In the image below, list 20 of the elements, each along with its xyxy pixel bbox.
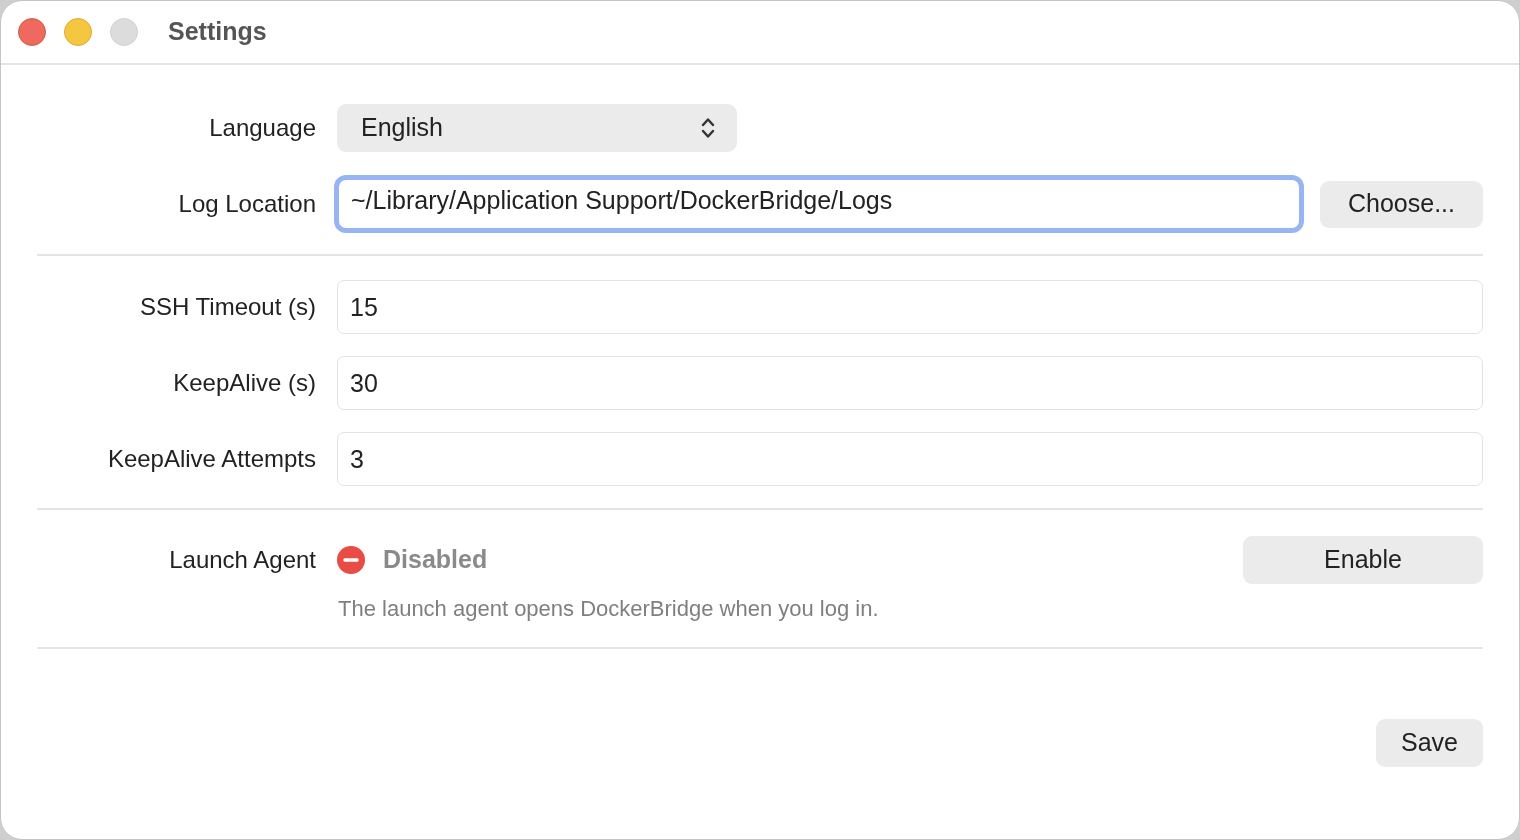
status-text: Disabled — [383, 544, 488, 576]
input-field[interactable]: 3 — [337, 432, 1483, 486]
field-label: Language — [208, 113, 316, 143]
input-field[interactable]: 15 — [337, 280, 1483, 334]
choose-button[interactable]: Choose... — [1320, 180, 1483, 228]
path-field[interactable]: ~/Library/Application Support/DockerBridge/Logs — [337, 178, 1301, 230]
field-label: Launch Agent — [168, 545, 316, 575]
field-label: KeepAlive (s) — [172, 368, 316, 398]
close-button[interactable] — [18, 18, 46, 46]
field-label: Log Location — [177, 189, 316, 219]
save-button[interactable]: Save — [1376, 719, 1483, 767]
window-title: Settings — [168, 16, 267, 48]
language-dropdown[interactable]: English — [337, 104, 737, 152]
up-down-chevron-icon — [701, 117, 715, 139]
input-field[interactable]: 30 — [337, 356, 1483, 410]
help-text: The launch agent opens DockerBridge when you log in. — [338, 595, 879, 623]
field-label: SSH Timeout (s) — [138, 292, 316, 322]
field-label: KeepAlive Attempts — [106, 444, 316, 474]
minimize-button[interactable] — [64, 18, 92, 46]
enable-button[interactable]: Enable — [1243, 536, 1483, 584]
